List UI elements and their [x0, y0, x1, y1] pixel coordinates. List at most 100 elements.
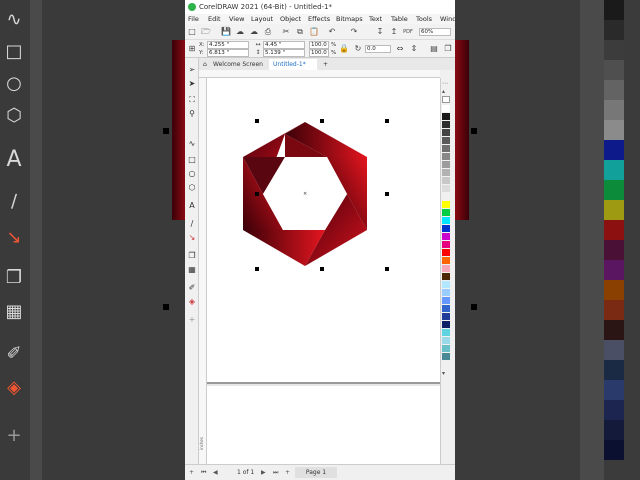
palette-swatch[interactable] [442, 185, 450, 192]
palette-swatch[interactable] [442, 297, 450, 304]
scale-height-field[interactable]: 100.0 [309, 49, 329, 57]
selection-handle-bottom[interactable] [320, 267, 324, 271]
palette-swatch[interactable] [442, 233, 450, 240]
selection-handle-bottom-right[interactable] [385, 267, 389, 271]
selection-handle-top-right[interactable] [385, 119, 389, 123]
add-page-after-icon[interactable]: + [285, 467, 290, 478]
palette-swatch[interactable] [442, 113, 450, 120]
document-page[interactable]: × [207, 78, 440, 384]
ellipse-tool-icon[interactable]: ○ [186, 168, 198, 180]
palette-swatch[interactable] [442, 177, 450, 184]
palette-menu-icon[interactable]: ⋯ [442, 80, 448, 87]
home-icon[interactable]: ⌂ [199, 59, 209, 70]
height-field[interactable]: 5.139 " [263, 49, 305, 57]
palette-swatch[interactable] [442, 201, 450, 208]
menu-table[interactable]: Table [391, 14, 408, 24]
pdf-icon[interactable]: PDF [403, 27, 413, 37]
palette-swatch[interactable] [442, 313, 450, 320]
paste-icon[interactable]: 📋 [309, 27, 319, 37]
undo-icon[interactable]: ↶ [327, 27, 337, 37]
transparency-tool-icon[interactable]: ▦ [186, 264, 198, 276]
connector-tool-icon[interactable]: ↘ [186, 232, 198, 244]
mirror-horizontal-icon[interactable]: ⇔ [395, 44, 405, 54]
redo-icon[interactable]: ↷ [349, 27, 359, 37]
new-document-icon[interactable]: □ [187, 27, 197, 37]
shape-tool-icon[interactable]: ➤ [186, 78, 198, 90]
y-position-field[interactable]: 6.813 " [207, 49, 249, 57]
pick-tool-icon[interactable]: ➢ [186, 64, 198, 76]
drop-shadow-tool-icon[interactable]: ❐ [186, 250, 198, 262]
text-tool-icon[interactable]: A [186, 200, 198, 212]
rectangle-tool-icon[interactable]: □ [186, 154, 198, 166]
palette-swatch[interactable] [442, 249, 450, 256]
palette-swatch[interactable] [442, 305, 450, 312]
rotation-field[interactable]: 0.0 [365, 45, 391, 53]
menu-file[interactable]: File [188, 14, 199, 24]
copy-icon[interactable]: ⧉ [295, 27, 305, 37]
palette-swatch[interactable] [442, 289, 450, 296]
open-icon[interactable]: 🗁 [201, 27, 211, 37]
x-position-field[interactable]: 4.255 " [207, 41, 249, 49]
palette-scroll-down-icon[interactable]: ▾ [442, 370, 445, 377]
tab-untitled-1[interactable]: Untitled-1* [269, 59, 317, 70]
polygon-tool-icon[interactable]: ⬡ [186, 182, 198, 194]
add-page-icon[interactable]: + [189, 467, 194, 478]
cloud-download-icon[interactable]: ☁ [249, 27, 259, 37]
palette-swatch[interactable] [442, 321, 450, 328]
palette-swatch[interactable] [442, 209, 450, 216]
palette-swatch[interactable] [442, 193, 450, 200]
front-back-icon[interactable]: ❐ [443, 44, 453, 54]
palette-swatch[interactable] [442, 169, 450, 176]
palette-swatch[interactable] [442, 353, 450, 360]
menu-text[interactable]: Text [369, 14, 382, 24]
save-icon[interactable]: 💾 [221, 27, 231, 37]
palette-swatch[interactable] [442, 273, 450, 280]
page-tab[interactable]: Page 1 [295, 467, 337, 478]
cut-icon[interactable]: ✂ [281, 27, 291, 37]
selection-handle-bottom-left[interactable] [255, 267, 259, 271]
selection-handle-top[interactable] [320, 119, 324, 123]
selection-handle-right[interactable] [385, 192, 389, 196]
selection-handle-left[interactable] [255, 192, 259, 196]
object-origin-icon[interactable]: ⊞ [187, 44, 197, 54]
no-color-swatch[interactable] [442, 96, 450, 103]
palette-swatch[interactable] [442, 281, 450, 288]
tab-welcome-screen[interactable]: Welcome Screen [209, 59, 267, 70]
lock-ratio-icon[interactable]: 🔒 [339, 44, 349, 54]
customize-toolbar-icon[interactable]: + [186, 314, 198, 326]
palette-swatch[interactable] [442, 105, 450, 112]
palette-swatch[interactable] [442, 225, 450, 232]
hexagon-shape[interactable]: × [243, 122, 367, 266]
palette-swatch[interactable] [442, 265, 450, 272]
palette-swatch[interactable] [442, 345, 450, 352]
freehand-tool-icon[interactable]: ∿ [186, 138, 198, 150]
palette-swatch[interactable] [442, 161, 450, 168]
mirror-vertical-icon[interactable]: ⇕ [409, 44, 419, 54]
previous-page-icon[interactable]: ◀ [213, 467, 218, 478]
wrap-text-icon[interactable]: ▤ [429, 44, 439, 54]
menu-tools[interactable]: Tools [416, 14, 432, 24]
palette-swatch[interactable] [442, 329, 450, 336]
parallel-dimension-tool-icon[interactable]: ∕ [186, 218, 198, 230]
palette-swatch[interactable] [442, 337, 450, 344]
first-page-icon[interactable]: ⏮ [201, 467, 206, 478]
palette-swatch[interactable] [442, 217, 450, 224]
menu-layout[interactable]: Layout [251, 14, 273, 24]
menu-bitmaps[interactable]: Bitmaps [336, 14, 363, 24]
menu-object[interactable]: Object [280, 14, 301, 24]
menu-edit[interactable]: Edit [208, 14, 221, 24]
import-icon[interactable]: ↧ [375, 27, 385, 37]
last-page-icon[interactable]: ⏭ [273, 467, 278, 478]
palette-swatch[interactable] [442, 153, 450, 160]
scale-width-field[interactable]: 100.0 [309, 41, 329, 49]
menu-view[interactable]: View [229, 14, 244, 24]
palette-swatch[interactable] [442, 241, 450, 248]
cloud-upload-icon[interactable]: ☁ [235, 27, 245, 37]
export-icon[interactable]: ↥ [389, 27, 399, 37]
menu-effects[interactable]: Effects [308, 14, 330, 24]
palette-swatch[interactable] [442, 129, 450, 136]
next-page-icon[interactable]: ▶ [261, 467, 266, 478]
eyedropper-tool-icon[interactable]: ✐ [186, 282, 198, 294]
palette-swatch[interactable] [442, 257, 450, 264]
new-tab-icon[interactable]: + [319, 59, 329, 70]
